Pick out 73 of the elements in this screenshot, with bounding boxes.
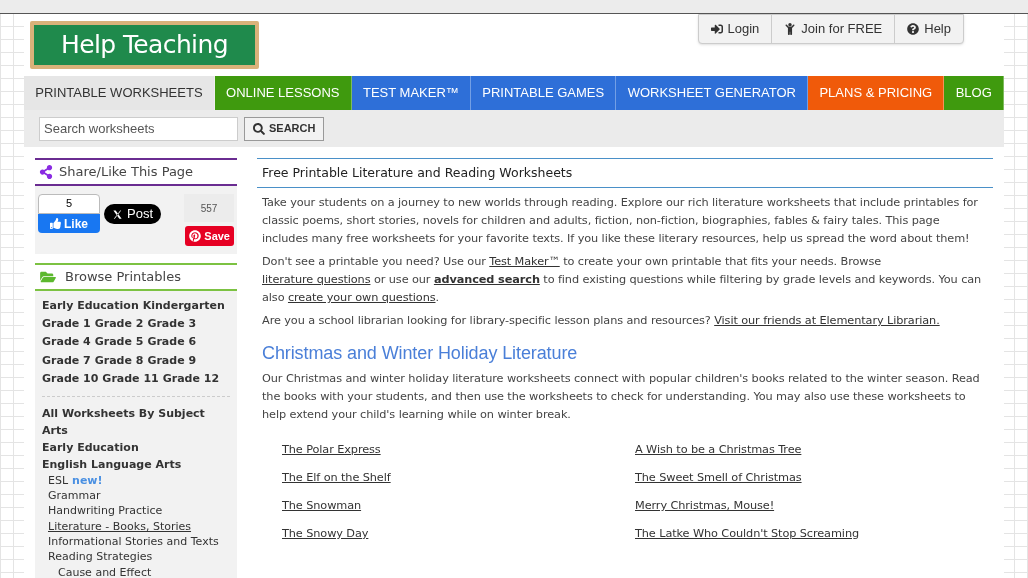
- paragraph: Are you a school librarian looking for library-specific lesson plans and resources? Visit our friends at Elementary Librarian.: [262, 313, 941, 329]
- paragraph: Take your students on a journey to new worlds through reading. Explore our rich literature worksheets that include printables for classic poems, short stories, novels for children and adults, fiction, non-fiction, biographies, fables & fairy tales. This page includes many free worksheets for your favorite texts. If you like these literary resources, help us spread the word about them!: [262, 195, 979, 247]
- help-icon: [907, 23, 920, 35]
- nav-tab[interactable]: TEST MAKER™: [351, 76, 472, 110]
- like-button[interactable]: Like: [38, 214, 100, 233]
- grade-link[interactable]: Grade 12: [162, 371, 220, 388]
- book-link[interactable]: The Snowy Day: [282, 525, 369, 543]
- nav-tab[interactable]: BLOG: [944, 76, 1004, 110]
- post-button[interactable]: Post: [104, 204, 161, 224]
- search-icon: [253, 122, 265, 135]
- text-link[interactable]: Visit our friends at Elementary Librarian.: [714, 314, 940, 327]
- paragraph: Our Christmas and winter holiday literature worksheets connect with popular children's books related to the winter season. Read the books with your students, and then use the worksheets to check for understanding. You may also use these worksheets to help extend your child's learning while on winter break.: [262, 371, 981, 423]
- grade-link[interactable]: Grade 2: [94, 316, 144, 333]
- subject-link[interactable]: All Worksheets By Subject: [42, 405, 205, 423]
- grade-link[interactable]: Grade 8: [94, 352, 144, 370]
- account-link[interactable]: Login: [698, 15, 772, 43]
- subject-link[interactable]: Grammar: [48, 488, 101, 505]
- subject-link[interactable]: Arts: [42, 422, 68, 440]
- grade-link[interactable]: Grade 9: [147, 352, 197, 370]
- book-link[interactable]: A Wish to be a Christmas Tree: [635, 441, 802, 459]
- book-link[interactable]: The Sweet Smell of Christmas: [635, 469, 802, 487]
- grade-link[interactable]: Kindergarten: [142, 297, 225, 315]
- sign-in-icon: [710, 23, 723, 35]
- x-logo-icon: [112, 208, 123, 220]
- book-link[interactable]: The Latke Who Couldn't Stop Screaming: [635, 525, 859, 543]
- grade-link[interactable]: Grade 11: [102, 371, 159, 388]
- grade-link[interactable]: Grade 7: [42, 352, 91, 370]
- search-button[interactable]: SEARCH: [244, 116, 325, 141]
- panel-title: Browse Printables: [65, 268, 181, 287]
- new-tag: new!: [72, 472, 103, 490]
- search-field[interactable]: Search worksheets: [39, 116, 238, 141]
- folder-icon: [39, 270, 57, 284]
- subject-link[interactable]: Reading Strategies: [48, 549, 153, 566]
- subject-link[interactable]: Handwriting Practice: [48, 503, 163, 520]
- nav-tab[interactable]: PRINTABLE GAMES: [471, 76, 617, 110]
- paragraph: Don't see a printable you need? Use our Test Maker™ to create your own printable that fits your needs. Browse literature questions or use our advanced search to find existing questions while filtering by grade levels and keywords. You can also create your own questions.: [262, 254, 983, 306]
- grade-link[interactable]: Grade 4: [42, 334, 91, 351]
- book-link[interactable]: Merry Christmas, Mouse!: [635, 497, 775, 515]
- text-link[interactable]: create your own questions: [287, 291, 436, 304]
- pin-icon: [189, 230, 202, 242]
- text-link[interactable]: Test Maker™: [489, 255, 560, 268]
- save-button[interactable]: Save: [185, 226, 234, 246]
- grade-link[interactable]: Early Education: [42, 297, 139, 315]
- page-title: Free Printable Literature and Reading Worksheets: [262, 163, 573, 182]
- section-heading: Christmas and Winter Holiday Literature: [262, 342, 579, 365]
- grade-link[interactable]: Grade 1: [42, 316, 91, 333]
- grade-link[interactable]: Grade 6: [147, 334, 197, 351]
- like-count: 5: [38, 194, 100, 214]
- share-icon: [39, 165, 53, 179]
- subject-link[interactable]: Early Education: [42, 439, 139, 457]
- save-count: 557: [184, 194, 234, 222]
- nav-tab[interactable]: ONLINE LESSONS: [214, 76, 352, 110]
- text-link[interactable]: advanced search: [433, 273, 540, 286]
- thumbs-up-icon: [50, 218, 61, 229]
- nav-tab[interactable]: WORKSHEET GENERATOR: [616, 76, 809, 110]
- account-link[interactable]: Join for FREE: [771, 15, 895, 43]
- account-link[interactable]: Help: [894, 15, 963, 43]
- book-link[interactable]: The Snowman: [282, 497, 362, 515]
- panel-title: Share/Like This Page: [59, 163, 194, 182]
- subject-link[interactable]: Cause and Effect: [58, 564, 152, 578]
- subject-link[interactable]: English Language Arts: [42, 456, 182, 474]
- subject-link[interactable]: Literature - Books, Stories: [48, 518, 192, 536]
- grade-link[interactable]: Grade 10: [42, 371, 99, 388]
- logo[interactable]: Help Teaching: [30, 21, 259, 69]
- person-icon: [784, 23, 797, 35]
- book-link[interactable]: The Elf on the Shelf: [282, 469, 391, 487]
- grade-link[interactable]: Grade 5: [94, 334, 144, 351]
- grade-link[interactable]: Grade 3: [147, 316, 197, 333]
- text-link[interactable]: literature questions: [262, 273, 371, 286]
- nav-tab[interactable]: PRINTABLE WORKSHEETS: [24, 76, 215, 110]
- book-link[interactable]: The Polar Express: [282, 441, 381, 459]
- subject-link[interactable]: Informational Stories and Texts: [48, 534, 219, 551]
- subject-link[interactable]: ESL: [48, 472, 69, 490]
